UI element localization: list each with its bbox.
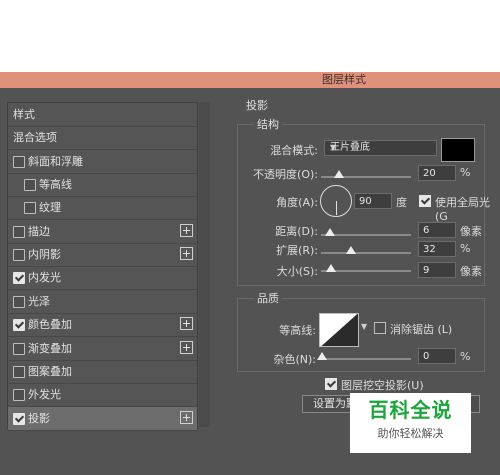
style-item-label: 斜面和浮雕 [28,154,83,168]
global-light-checkbox[interactable] [419,195,431,207]
style-item-label: 光泽 [28,294,50,308]
style-list-item[interactable]: 内阴影 [8,243,197,268]
opacity-input[interactable]: 20 [418,165,456,181]
dialog-title: 图层样式 [322,73,366,86]
style-checkbox[interactable] [13,342,25,355]
style-list-item[interactable]: 颜色叠加 [8,313,197,338]
style-item-label: 投影 [28,411,50,425]
watermark-subtitle: 助你轻松解决 [377,427,444,440]
contour-curve-icon [321,314,358,346]
style-list-item[interactable]: 图案叠加 [8,360,197,384]
watermark-logo: 百科全说 助你轻松解决 [350,393,471,453]
style-item-label: 图案叠加 [28,364,72,378]
add-icon[interactable] [180,340,193,354]
anti-alias-checkbox[interactable] [374,322,386,334]
style-list-item[interactable]: 样式 [8,103,197,127]
add-icon[interactable] [180,410,193,424]
style-list-item[interactable]: 内发光 [8,266,197,291]
distance-input[interactable]: 6 [418,222,456,238]
style-checkbox[interactable] [13,295,25,308]
distance-slider-thumb[interactable] [325,228,335,236]
noise-slider-thumb[interactable] [317,352,327,360]
noise-label: 杂色(N): [273,353,316,366]
style-item-label: 混合选项 [13,131,57,145]
style-list-item[interactable]: 光泽 [8,290,197,314]
contour-picker[interactable] [319,313,359,347]
canvas-background [0,0,500,72]
style-item-label: 内阴影 [28,248,61,262]
style-list-item[interactable]: 外发光 [8,383,197,408]
add-icon[interactable] [180,247,193,261]
style-checkbox[interactable] [13,249,25,262]
style-item-label: 外发光 [28,388,61,402]
anti-alias-label: 消除锯齿 (L) [390,323,453,336]
blend-mode-label: 混合模式: [270,144,318,157]
angle-dial[interactable] [320,185,352,217]
angle-input[interactable]: 90 [354,193,392,209]
style-list-item[interactable]: 混合选项 [8,126,197,151]
style-item-label: 内发光 [28,271,61,285]
spread-unit: % [460,242,471,255]
style-checkbox[interactable] [13,319,25,332]
angle-label: 角度(A): [276,196,318,209]
add-icon[interactable] [180,317,193,331]
style-item-label: 样式 [13,108,35,121]
style-list-item[interactable]: 投影 [8,406,197,431]
style-item-label: 渐变叠加 [28,341,72,355]
dialog-titlebar[interactable]: 图层样式 [0,72,500,88]
opacity-label: 不透明度(O): [253,168,318,181]
style-list-item[interactable]: 纹理 [8,196,197,221]
size-unit: 像素 [460,265,482,278]
quality-title: 品质 [254,290,282,306]
style-item-label: 纹理 [39,201,61,215]
watermark-title: 百科全说 [368,398,453,422]
chevron-down-icon[interactable]: ▼ [361,322,367,331]
spread-slider-track[interactable] [321,252,411,254]
blend-mode-select[interactable]: 正片叠底 ▼ [324,140,437,156]
noise-unit: % [460,350,471,363]
spread-label: 扩展(R): [276,244,318,257]
size-slider-thumb[interactable] [326,264,336,272]
add-icon[interactable] [180,223,193,237]
style-list-item[interactable]: 等高线 [8,173,197,198]
knockout-checkbox[interactable] [325,378,337,390]
size-label: 大小(S): [276,265,318,278]
structure-title: 结构 [254,116,282,132]
style-list-item[interactable]: 斜面和浮雕 [8,150,197,174]
global-light-label: 使用全局光(G [435,196,490,223]
noise-slider-track[interactable] [321,358,411,360]
style-checkbox[interactable] [24,202,36,215]
style-list-item[interactable]: 渐变叠加 [8,337,197,361]
distance-label: 距离(D): [275,225,318,238]
style-item-label: 等高线 [39,178,72,192]
distance-unit: 像素 [460,225,482,238]
style-checkbox[interactable] [13,272,25,285]
style-list-item[interactable]: 描边 [8,220,197,244]
angle-unit: 度 [396,196,407,209]
style-checkbox[interactable] [13,412,25,425]
style-list-scrollbar[interactable] [199,102,210,427]
contour-label: 等高线: [279,324,316,337]
spread-slider-thumb[interactable] [346,246,356,254]
chevron-down-icon: ▼ [330,143,337,152]
style-item-label: 描边 [28,224,50,238]
style-item-label: 颜色叠加 [28,318,72,332]
spread-input[interactable]: 32 [418,241,456,257]
style-checkbox[interactable] [13,389,25,402]
style-checkbox[interactable] [13,155,25,168]
style-checkbox[interactable] [13,225,25,238]
noise-input[interactable]: 0 [418,348,456,364]
section-title: 投影 [246,99,268,112]
opacity-unit: % [460,166,471,179]
knockout-label: 图层挖空投影(U) [341,379,424,392]
size-input[interactable]: 9 [418,262,456,278]
style-checkbox[interactable] [13,365,25,378]
shadow-color-swatch[interactable] [441,138,475,162]
opacity-slider-thumb[interactable] [334,170,344,178]
style-checkbox[interactable] [24,179,36,192]
